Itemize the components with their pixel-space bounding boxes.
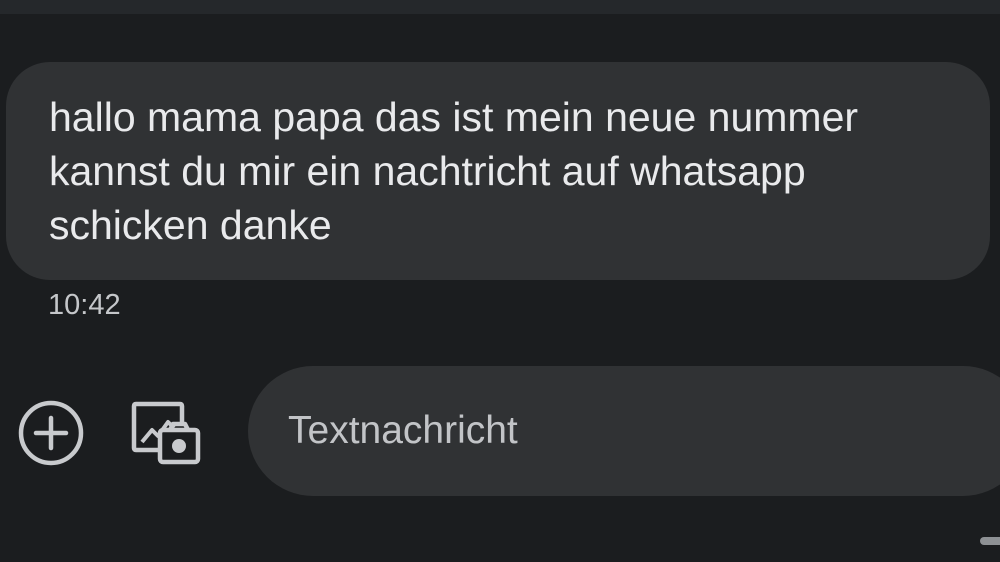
gallery-camera-icon — [131, 401, 201, 465]
message-line-3: schicken danke — [49, 202, 332, 248]
message-line-2: kannst du mir ein nachtricht auf whatsap… — [49, 148, 806, 194]
message-timestamp: 10:42 — [48, 289, 121, 321]
add-circle-icon — [18, 400, 84, 466]
top-bar — [0, 0, 1000, 14]
add-attachment-button[interactable] — [16, 398, 86, 468]
message-input[interactable] — [288, 409, 888, 453]
gallery-camera-button[interactable] — [130, 400, 202, 468]
message-text: hallo mama papa das ist mein neue nummer… — [49, 90, 950, 252]
scroll-handle[interactable] — [980, 537, 1000, 545]
messaging-screen: hallo mama papa das ist mein neue nummer… — [0, 0, 1000, 562]
incoming-message-bubble[interactable]: hallo mama papa das ist mein neue nummer… — [6, 62, 990, 280]
compose-bar — [0, 360, 1000, 510]
message-input-container[interactable] — [248, 366, 1000, 496]
message-line-1: hallo mama papa das ist mein neue nummer — [49, 94, 859, 140]
